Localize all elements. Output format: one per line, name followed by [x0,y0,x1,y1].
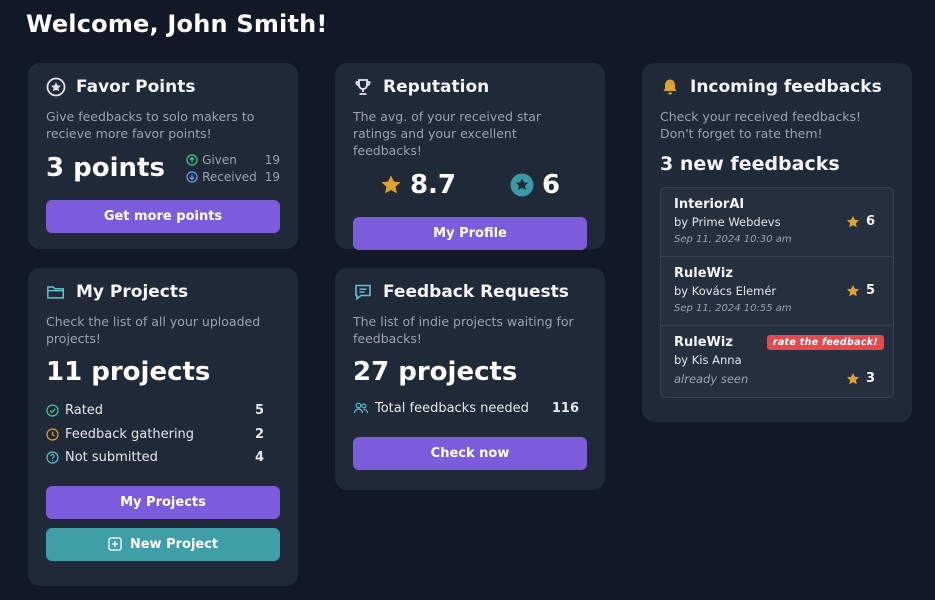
page-title: Welcome, John Smith! [26,10,328,38]
rate-feedback-badge[interactable]: rate the feedback! [766,335,884,350]
my-projects-button[interactable]: My Projects [46,485,280,519]
stat-label: Rated [65,403,104,419]
clock-icon [46,428,59,441]
average-rating-value: 8.7 [409,170,457,200]
favor-points-description: Give feedbacks to solo makers to recieve… [46,109,255,141]
my-projects-card: My Projects Check the list of all your u… [28,268,298,586]
star-icon [846,215,859,227]
excellent-feedback-count: 6 [541,170,561,200]
feedback-item[interactable]: InteriorAI by Prime Webdevs Sep 11, 2024… [661,188,893,257]
incoming-feedbacks-description: Check your received feedbacks! Don't for… [660,109,862,141]
arrow-up-circle-icon [186,153,198,166]
feedback-project-name: RuleWiz [674,266,733,281]
project-stats: Rated 5 Feedback gathering 2 Not submitt… [46,399,280,470]
incoming-feedbacks-title: Incoming feedbacks [690,77,882,97]
my-profile-button[interactable]: My Profile [353,217,587,250]
get-more-points-button[interactable]: Get more points [46,200,280,233]
users-icon [353,401,369,415]
received-label: Received [202,169,257,184]
incoming-feedbacks-card: Incoming feedbacks Check your received f… [642,63,912,422]
projects-count: 11 projects [46,357,211,387]
stat-value: 2 [254,426,264,442]
total-feedbacks-needed: Total feedbacks needed 116 [353,399,587,417]
reputation-title: Reputation [383,77,490,97]
feedback-rating: 3 [846,371,875,386]
feedback-list: InteriorAI by Prime Webdevs Sep 11, 2024… [660,187,894,398]
reputation-description: The avg. of your received star ratings a… [353,109,542,158]
check-now-button[interactable]: Check now [353,437,587,470]
new-project-label: New Project [129,536,219,552]
feedback-item[interactable]: RuleWiz by Kovács Elemér Sep 11, 2024 10… [661,257,893,326]
plus-square-icon [108,537,122,551]
star-circle-icon [46,77,66,97]
star-icon [846,372,859,384]
given-label: Given [202,152,237,167]
feedback-requests-card: Feedback Requests The list of indie proj… [335,268,605,490]
feedback-rating-value: 3 [865,371,875,386]
arrow-down-circle-icon [186,170,198,183]
bell-icon [660,77,680,97]
feedback-rating-value: 6 [865,214,875,229]
stat-label: Not submitted [65,450,158,466]
feedback-rating: 5 [846,283,875,298]
stat-value: 4 [254,450,264,466]
favor-points-card: Favor Points Give feedbacks to solo make… [28,63,298,249]
feedback-item[interactable]: rate the feedback! RuleWiz by Kis Anna a… [661,326,893,397]
excellent-badge-icon [510,173,534,197]
favor-points-title: Favor Points [76,77,196,97]
given-value: 19 [264,152,280,167]
stat-rated: Rated 5 [46,399,280,423]
stat-not-submitted: Not submitted 4 [46,446,280,470]
folder-icon [46,282,66,302]
chat-icon [353,282,373,302]
total-feedbacks-value: 116 [551,400,579,416]
stat-value: 5 [254,403,264,419]
question-circle-icon [46,451,59,464]
total-feedbacks-label: Total feedbacks needed [375,400,529,416]
feedback-project-name: InteriorAI [674,197,745,212]
reputation-card: Reputation The avg. of your received sta… [335,63,605,250]
feedback-rating-value: 5 [865,283,875,298]
new-feedbacks-count: 3 new feedbacks [660,153,840,175]
new-project-button[interactable]: New Project [46,527,280,561]
star-icon [380,174,402,196]
check-circle-icon [46,404,59,417]
my-projects-title: My Projects [76,282,189,302]
feedback-requests-description: The list of indie projects waiting for f… [353,314,574,346]
feedback-rating: 6 [846,214,875,229]
feedback-author: by Kis Anna [674,353,742,367]
feedback-date: Sep 11, 2024 10:55 am [674,303,792,314]
star-icon [846,284,859,296]
requests-count: 27 projects [353,357,518,387]
my-projects-description: Check the list of all your uploaded proj… [46,314,261,346]
stat-label: Feedback gathering [65,426,195,442]
feedback-requests-title: Feedback Requests [383,282,569,302]
stat-feedback-gathering: Feedback gathering 2 [46,423,280,447]
feedback-date: Sep 11, 2024 10:30 am [674,234,792,245]
favor-points-value: 3 points [46,153,165,183]
received-value: 19 [264,169,280,184]
trophy-icon [353,77,373,97]
